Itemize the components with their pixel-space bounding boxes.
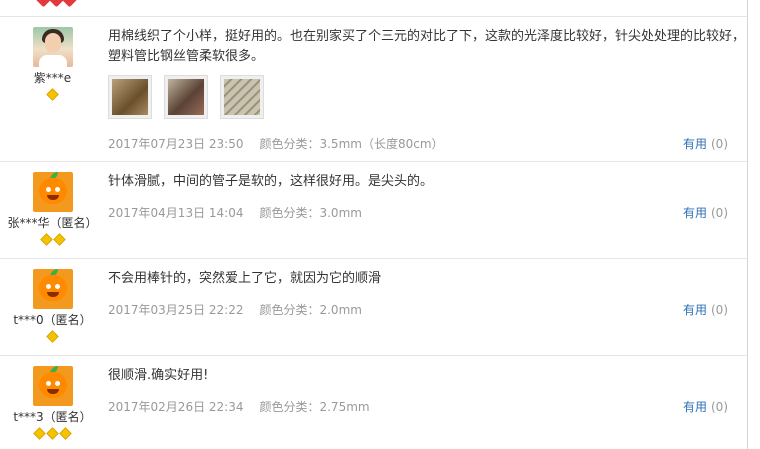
gem-icon — [46, 88, 59, 101]
avatar[interactable] — [32, 27, 73, 67]
review-meta: 2017年03月25日 22:22 颜色分类：2.0mm — [108, 301, 362, 318]
gem-icon — [39, 233, 53, 246]
credit-hearts — [35, 0, 78, 8]
scrollbar[interactable] — [747, 0, 760, 449]
review-image-thumbnail[interactable] — [108, 75, 152, 119]
review-meta: 2017年04月13日 14:04 颜色分类：3.0mm — [108, 204, 362, 221]
review-image-thumbnail[interactable] — [219, 75, 264, 119]
reviewer-info: 紫***e — [0, 27, 105, 101]
review-spec: 颜色分类：3.0mm — [259, 206, 362, 220]
useful-label[interactable]: 有用 — [683, 303, 707, 317]
useful-label[interactable]: 有用 — [683, 206, 707, 220]
useful-button[interactable]: 有用 (0) — [683, 398, 728, 415]
reviewer-info: t***3（匿名） — [0, 366, 105, 440]
gem-icon — [46, 330, 59, 343]
review-item: t***0（匿名） 不会用棒针的，突然爱上了它，就因为它的顺滑 2017年03月… — [0, 259, 748, 355]
previous-review-tail — [0, 0, 760, 10]
review-spec: 颜色分类：2.0mm — [259, 303, 362, 317]
useful-count: (0) — [711, 400, 728, 414]
review-item: t***3（匿名） 很顺滑.确实好用! 2017年02月26日 22:34 颜色分… — [0, 356, 748, 449]
useful-button[interactable]: 有用 (0) — [683, 135, 728, 152]
review-content: 针体滑腻，中间的管子是软的，这样很好用。是尖头的。 — [108, 172, 748, 192]
review-spec: 颜色分类：3.5mm（长度80cm） — [259, 137, 444, 151]
useful-button[interactable]: 有用 (0) — [683, 301, 728, 318]
review-text: 很顺滑.确实好用! — [108, 368, 209, 383]
review-item: 张***华（匿名） 针体滑腻，中间的管子是软的，这样很好用。是尖头的。 2017… — [0, 162, 748, 258]
rank-gems — [0, 427, 105, 440]
gem-icon — [59, 427, 72, 440]
review-date: 2017年03月25日 22:22 — [108, 303, 244, 317]
rank-gems — [0, 330, 105, 343]
useful-count: (0) — [711, 303, 728, 317]
useful-count: (0) — [711, 206, 728, 220]
reviewer-name: 张***华（匿名） — [7, 216, 98, 230]
useful-label[interactable]: 有用 — [683, 400, 707, 414]
review-meta: 2017年02月26日 22:34 颜色分类：2.75mm — [108, 398, 370, 415]
review-content: 很顺滑.确实好用! — [108, 366, 748, 386]
review-item: 紫***e 用棉线织了个小样，挺好用的。也在别家买了个三元的对比了下，这款的光泽… — [0, 17, 748, 161]
gem-icon — [52, 233, 66, 246]
review-date: 2017年04月13日 14:04 — [108, 206, 244, 220]
reviewer-info: t***0（匿名） — [0, 269, 105, 343]
gem-icon — [46, 427, 59, 440]
review-images — [108, 75, 748, 119]
useful-button[interactable]: 有用 (0) — [683, 204, 728, 221]
avatar[interactable] — [32, 269, 73, 309]
rank-gems — [0, 88, 105, 101]
gem-icon — [33, 427, 46, 440]
review-text: 针体滑腻，中间的管子是软的，这样很好用。是尖头的。 — [108, 174, 434, 189]
reviewer-name: 紫***e — [33, 71, 72, 85]
review-date: 2017年07月23日 23:50 — [108, 137, 244, 151]
review-image-thumbnail[interactable] — [163, 75, 208, 119]
reviewer-info: 张***华（匿名） — [0, 172, 105, 246]
reviewer-name: t***0（匿名） — [13, 313, 92, 327]
useful-label[interactable]: 有用 — [683, 137, 707, 151]
rank-gems — [0, 233, 105, 246]
review-content: 不会用棒针的，突然爱上了它，就因为它的顺滑 — [108, 269, 748, 289]
avatar[interactable] — [32, 172, 73, 212]
review-date: 2017年02月26日 22:34 — [108, 400, 244, 414]
review-content: 用棉线织了个小样，挺好用的。也在别家买了个三元的对比了下，这款的光泽度比较好，针… — [108, 27, 748, 119]
useful-count: (0) — [711, 137, 728, 151]
reviewer-name: t***3（匿名） — [13, 410, 92, 424]
review-spec: 颜色分类：2.75mm — [259, 400, 370, 414]
review-text: 用棉线织了个小样，挺好用的。也在别家买了个三元的对比了下，这款的光泽度比较好，针… — [108, 29, 746, 64]
review-meta: 2017年07月23日 23:50 颜色分类：3.5mm（长度80cm） — [108, 135, 444, 152]
avatar[interactable] — [32, 366, 73, 406]
review-text: 不会用棒针的，突然爱上了它，就因为它的顺滑 — [108, 271, 382, 286]
